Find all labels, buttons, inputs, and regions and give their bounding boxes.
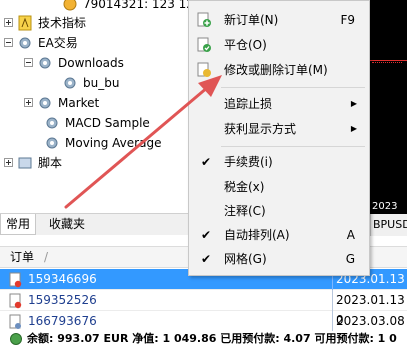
menu-shortcut: A [346, 228, 355, 242]
chart-area[interactable] [370, 0, 407, 214]
chart-time-label: 2023 [370, 200, 407, 214]
tree-item-market[interactable]: Market [24, 93, 99, 112]
column-separator [332, 290, 333, 311]
menu-label: 网格(G) [224, 252, 267, 266]
expert-icon [44, 135, 60, 151]
menu-item-close-position[interactable]: 平仓(O) [189, 33, 369, 57]
menu-label: 税金(x) [224, 180, 265, 194]
menu-shortcut: F9 [340, 13, 355, 27]
order-id: 159352526 [28, 293, 97, 307]
scripts-icon [17, 155, 33, 171]
menu-label: 手续费(i) [224, 155, 273, 169]
account-status-row[interactable]: 余额: 993.07 EUR 净值: 1 049.86 已用预付款: 4.07 … [0, 331, 407, 347]
order-id: 166793676 [28, 314, 97, 328]
checkmark-icon: ✔ [201, 155, 212, 169]
tree-label: Downloads [58, 55, 124, 70]
expand-icon[interactable] [4, 158, 13, 167]
tree-label: Moving Average [65, 135, 162, 150]
chart-tab-symbol[interactable]: BPUSD, [370, 214, 407, 236]
menu-item-trailing-stop[interactable]: 追踪止损 ▶ [189, 92, 369, 116]
menu-separator [221, 146, 365, 147]
indicators-icon [17, 15, 33, 31]
tree-item-expert-advisors[interactable]: EA交易 [4, 33, 78, 52]
submenu-arrow-icon: ▶ [350, 99, 357, 108]
menu-label: 注释(C) [224, 204, 266, 218]
collapse-icon[interactable] [24, 58, 33, 67]
tree-label: MACD Sample [65, 115, 150, 130]
tab-favorites[interactable]: 收藏夹 [44, 214, 90, 235]
price-line [370, 60, 407, 61]
menu-item-comments[interactable]: 注释(C) [189, 199, 369, 223]
tree-item-macd-sample[interactable]: MACD Sample [44, 113, 150, 132]
context-menu: 新订单(N) F9 平仓(O) 修改或删除订单(M) 追踪止损 ▶ 获利显示方式… [188, 0, 370, 276]
menu-label: 修改或删除订单(M) [224, 63, 328, 77]
document-icon [9, 314, 23, 330]
checkmark-icon: ✔ [201, 252, 212, 266]
expand-icon[interactable] [24, 98, 33, 107]
account-icon [62, 0, 78, 12]
sell-order-icon [9, 272, 23, 288]
experts-icon [17, 35, 33, 51]
menu-label: 新订单(N) [224, 13, 279, 27]
navigator-tabs: 常用 收藏夹 [0, 213, 190, 235]
table-row[interactable]: 166793676 2023.03.08 0 [0, 311, 407, 347]
account-item[interactable]: 79014321: 123 123 [62, 0, 202, 13]
tree-item-scripts[interactable]: 脚本 [4, 153, 62, 172]
new-order-icon [196, 12, 212, 28]
market-icon [37, 95, 53, 111]
menu-item-grid[interactable]: ✔ 网格(G) G [189, 247, 369, 271]
expand-icon[interactable] [4, 18, 13, 27]
submenu-arrow-icon: ▶ [350, 124, 357, 133]
modify-order-icon [196, 62, 212, 78]
column-separator [332, 311, 333, 332]
menu-item-commission[interactable]: ✔ 手续费(i) [189, 150, 369, 174]
menu-item-taxes[interactable]: 税金(x) [189, 175, 369, 199]
price-dotted-line [372, 62, 402, 63]
tree-label: bu_bu [83, 75, 120, 90]
terminal-window: { "navigator": { "top_partial": "7901432… [0, 0, 407, 347]
tree-item-indicators[interactable]: 技术指标 [4, 13, 86, 32]
menu-item-new-order[interactable]: 新订单(N) F9 [189, 8, 369, 32]
tree-label: Market [58, 95, 100, 110]
checkmark-icon: ✔ [201, 228, 212, 242]
tree-label: 脚本 [38, 156, 63, 170]
balance-icon [9, 332, 23, 346]
menu-label: 追踪止损 [224, 97, 273, 111]
menu-label: 平仓(O) [224, 38, 267, 52]
tree-item-moving-average[interactable]: Moving Average [44, 133, 161, 152]
menu-item-auto-arrange[interactable]: ✔ 自动排列(A) A [189, 223, 369, 247]
folder-icon [37, 55, 53, 71]
sell-order-icon [9, 293, 23, 309]
tree-item-downloads[interactable]: Downloads [24, 53, 124, 72]
close-position-icon [196, 37, 212, 53]
collapse-icon[interactable] [4, 38, 13, 47]
menu-label: 自动排列(A) [224, 228, 290, 242]
status-text: 余额: 993.07 EUR 净值: 1 049.86 已用预付款: 4.07 … [27, 332, 397, 345]
menu-separator [221, 87, 365, 88]
expert-icon [44, 115, 60, 131]
expert-icon [62, 75, 78, 91]
menu-item-profit-display[interactable]: 获利显示方式 ▶ [189, 117, 369, 141]
menu-shortcut: G [345, 252, 355, 266]
menu-label: 获利显示方式 [224, 122, 297, 136]
menu-item-modify-order[interactable]: 修改或删除订单(M) [189, 58, 369, 82]
tree-label: 技术指标 [38, 16, 87, 30]
column-order[interactable]: 订单 [10, 247, 34, 267]
tab-common[interactable]: 常用 [0, 214, 37, 235]
order-id: 159346696 [28, 272, 97, 286]
sort-marker: / [44, 250, 49, 264]
tree-label: EA交易 [38, 36, 78, 50]
table-row[interactable]: 159352526 2023.01.13 0 [0, 290, 407, 327]
tree-item-bu-bu[interactable]: bu_bu [62, 73, 119, 92]
account-label: 79014321: 123 123 [83, 0, 202, 11]
